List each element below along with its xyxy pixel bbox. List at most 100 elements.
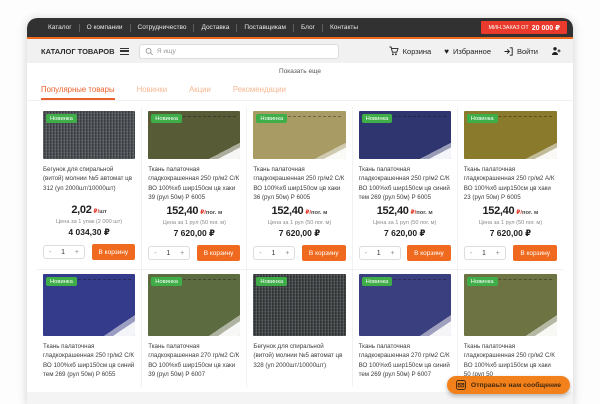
quantity-stepper[interactable]: - 1 +: [253, 246, 295, 260]
product-title: Бегунок для спиральной (витой) молнии №5…: [43, 165, 135, 201]
topnav-link-4[interactable]: Поставщикам: [237, 24, 293, 31]
increment-button[interactable]: +: [180, 250, 184, 257]
tab-3[interactable]: Рекомендации: [233, 85, 286, 100]
send-message-button[interactable]: Отправьте нам сообщение: [447, 376, 570, 394]
product-card[interactable]: Новинка Ткань палаточная гладкокрашенная…: [353, 107, 458, 269]
favorites-button[interactable]: ♥ Избранное: [444, 47, 491, 56]
cart-button[interactable]: Корзина: [389, 46, 432, 56]
top-navigation: КаталогО компанииСотрудничествоДоставкаП…: [27, 18, 573, 39]
search-box: [139, 44, 339, 59]
add-to-cart-button[interactable]: В корзину: [407, 245, 451, 261]
product-card[interactable]: Новинка Ткань палаточная гладкокрашенная…: [458, 107, 563, 269]
price-block: 152,40 ₽/пог. м Цена за 1 рул (50 пог. м…: [359, 205, 451, 239]
topnav-link-0[interactable]: Каталог: [41, 24, 79, 31]
product-card[interactable]: Новинка Бегунок для спиральной (витой) м…: [37, 107, 142, 269]
min-order-value: 20 000 ₽: [532, 24, 560, 32]
product-card[interactable]: Новинка Ткань палаточная гладкокрашенная…: [247, 107, 352, 269]
quantity-value: 1: [272, 250, 276, 257]
price-unit: ₽/пог. м: [516, 210, 538, 216]
quantity-stepper[interactable]: - 1 +: [464, 246, 506, 260]
pack-price: 7 620,00 ₽: [359, 228, 451, 239]
product-title: Ткань палаточная гладкокрашенная 250 гр/…: [253, 165, 345, 202]
favorites-label: Избранное: [453, 47, 491, 56]
login-button[interactable]: Войти: [504, 47, 538, 56]
decrement-button[interactable]: -: [365, 250, 367, 257]
decrement-button[interactable]: -: [470, 250, 472, 257]
show-more-row: Показать еще: [27, 63, 573, 79]
user-plus-icon: [551, 46, 561, 56]
card-controls: - 1 + В корзину: [464, 245, 557, 261]
quantity-value: 1: [166, 250, 170, 257]
add-to-cart-button[interactable]: В корзину: [197, 245, 241, 261]
product-image: Новинка: [148, 111, 240, 159]
search-input[interactable]: [157, 48, 333, 55]
main-header: КАТАЛОГ ТОВАРОВ Корзина ♥ Избранное: [27, 39, 573, 63]
add-to-cart-button[interactable]: В корзину: [513, 245, 557, 261]
topnav-link-5[interactable]: Блог: [294, 24, 322, 31]
product-card[interactable]: Новинка Ткань палаточная гладкокрашенная…: [142, 269, 247, 387]
price-block: 152,40 ₽/пог. м Цена за 1 рул (50 пог. м…: [148, 205, 240, 239]
product-price: 2,02: [71, 204, 91, 216]
product-image: Новинка: [359, 274, 451, 336]
quantity-value: 1: [61, 249, 65, 256]
product-title: Ткань палаточная гладкокрашенная 270 гр/…: [359, 342, 451, 379]
product-image: Новинка: [359, 111, 451, 159]
pack-price: 7 620,00 ₽: [253, 228, 345, 239]
topnav-link-1[interactable]: О компании: [80, 24, 130, 31]
product-card[interactable]: Новинка Бегунок для спиральной (витой) м…: [247, 269, 352, 387]
new-badge: Новинка: [467, 114, 498, 123]
add-to-cart-button[interactable]: В корзину: [302, 245, 346, 261]
decrement-button[interactable]: -: [154, 250, 156, 257]
quantity-stepper[interactable]: - 1 +: [359, 246, 401, 260]
tab-2[interactable]: Акции: [189, 85, 211, 100]
product-card[interactable]: Новинка Ткань палаточная гладкокрашенная…: [458, 269, 563, 387]
quantity-value: 1: [482, 250, 486, 257]
card-controls: - 1 + В корзину: [253, 245, 345, 261]
quantity-stepper[interactable]: - 1 +: [148, 246, 190, 260]
tab-0[interactable]: Популярные товары: [41, 85, 115, 100]
decrement-button[interactable]: -: [49, 249, 51, 256]
product-image: Новинка: [464, 274, 557, 336]
quantity-value: 1: [377, 250, 381, 257]
increment-button[interactable]: +: [496, 250, 500, 257]
increment-button[interactable]: +: [75, 249, 79, 256]
new-badge: Новинка: [151, 114, 182, 123]
product-title: Ткань палаточная гладкокрашенная 250 гр/…: [359, 165, 451, 202]
price-block: 152,40 ₽/пог. м Цена за 1 рул (50 пог. м…: [253, 205, 345, 239]
register-button[interactable]: [551, 46, 561, 56]
envelope-icon: [456, 380, 466, 390]
new-badge: Новинка: [256, 114, 287, 123]
decrement-button[interactable]: -: [259, 250, 261, 257]
card-controls: - 1 + В корзину: [148, 245, 240, 261]
catalog-menu-button[interactable]: КАТАЛОГ ТОВАРОВ: [41, 47, 129, 56]
price-note: Цена за 1 рул (50 пог. м): [253, 220, 345, 226]
product-card[interactable]: Новинка Ткань палаточная гладкокрашенная…: [37, 269, 142, 387]
price-unit: ₽/пог. м: [411, 210, 433, 216]
add-to-cart-button[interactable]: В корзину: [92, 244, 136, 260]
increment-button[interactable]: +: [391, 250, 395, 257]
show-more-link[interactable]: Показать еще: [279, 68, 321, 75]
topnav-link-3[interactable]: Доставка: [194, 24, 236, 31]
new-badge: Новинка: [46, 114, 77, 123]
topnav-link-2[interactable]: Сотрудничество: [131, 24, 194, 31]
new-badge: Новинка: [46, 277, 77, 286]
product-price: 152,40: [482, 205, 514, 217]
price-note: Цена за 1 упак (2 000 шт): [43, 219, 135, 225]
product-title: Ткань палаточная гладкокрашенная 250 гр/…: [43, 342, 135, 379]
product-card[interactable]: Новинка Ткань палаточная гладкокрашенная…: [142, 107, 247, 269]
topnav-link-6[interactable]: Контакты: [323, 24, 365, 31]
product-card[interactable]: Новинка Ткань палаточная гладкокрашенная…: [353, 269, 458, 387]
card-controls: - 1 + В корзину: [43, 244, 135, 260]
product-image: Новинка: [253, 274, 345, 336]
tab-1[interactable]: Новинки: [137, 85, 168, 100]
price-note: Цена за 1 рул (50 пог. м): [148, 220, 240, 226]
product-title: Бегунок для спиральной (витой) молнии №5…: [253, 342, 345, 378]
min-order-badge: мин.заказ от 20 000 ₽: [481, 21, 567, 34]
quantity-stepper[interactable]: - 1 +: [43, 245, 85, 259]
increment-button[interactable]: +: [285, 250, 289, 257]
product-image: Новинка: [43, 274, 135, 336]
price-note: Цена за 1 рул (50 пог. м): [464, 220, 557, 226]
page-container: КаталогО компанииСотрудничествоДоставкаП…: [27, 18, 573, 404]
price-unit: ₽/пог. м: [305, 210, 327, 216]
min-order-label: мин.заказ от: [488, 25, 528, 31]
